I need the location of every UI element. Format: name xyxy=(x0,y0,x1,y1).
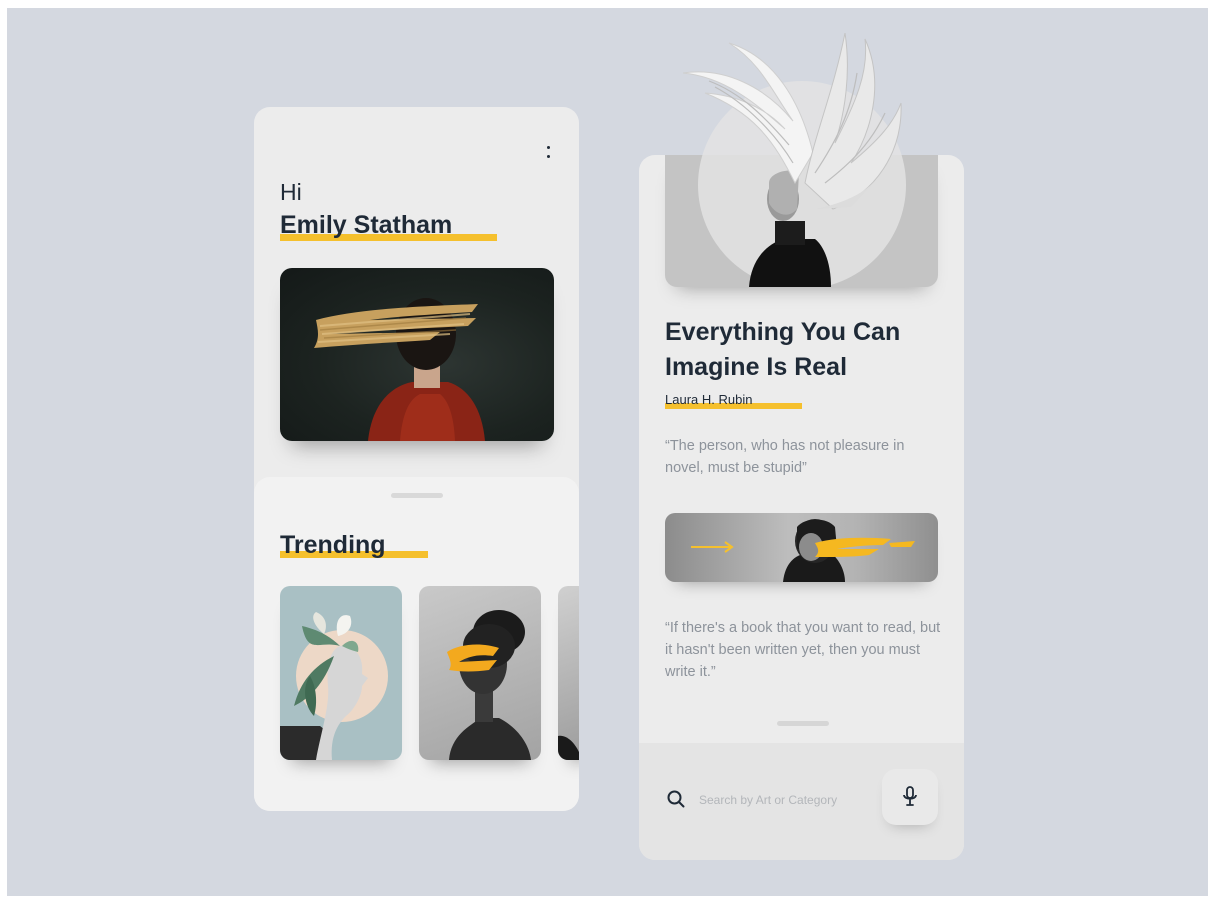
trending-card-2-image xyxy=(447,610,531,760)
trending-card-2[interactable] xyxy=(419,586,541,760)
drag-handle[interactable] xyxy=(777,721,829,726)
author-block: Laura H. Rubin xyxy=(665,392,802,409)
quote-1: “The person, who has not pleasure in nov… xyxy=(665,438,905,476)
trending-title: Trending xyxy=(280,531,386,559)
search-input[interactable] xyxy=(697,785,871,815)
trending-heading-block: Trending xyxy=(280,531,428,560)
featured-art-image xyxy=(314,298,485,441)
voice-search-button[interactable] xyxy=(882,769,938,825)
more-vertical-icon[interactable] xyxy=(544,143,554,163)
greeting: Hi xyxy=(280,179,302,205)
quote-2: “If there's a book that you want to read… xyxy=(665,620,941,680)
artboard: Hi Emily Statham Trending Everything You… xyxy=(7,8,1208,896)
trending-card-3[interactable] xyxy=(558,586,579,760)
cover-art[interactable] xyxy=(665,33,938,287)
trending-card-3-image xyxy=(558,735,579,760)
author-name[interactable]: Laura H. Rubin xyxy=(665,392,752,407)
drag-handle[interactable] xyxy=(391,493,443,498)
microphone-icon xyxy=(902,786,918,808)
trending-card-1-image xyxy=(280,612,388,760)
cover-art-image xyxy=(682,33,906,287)
detail-screen: Everything You Can Imagine Is Real Laura… xyxy=(639,33,964,860)
featured-art-card[interactable] xyxy=(280,268,554,441)
book-title: Everything You Can Imagine Is Real xyxy=(665,318,901,381)
trending-sheet: Trending xyxy=(254,477,579,811)
trending-card-1[interactable] xyxy=(280,586,402,760)
user-name: Emily Statham xyxy=(280,211,453,239)
user-name-block: Emily Statham xyxy=(280,211,497,241)
search-bar xyxy=(639,743,964,860)
art-banner-image xyxy=(691,519,915,582)
art-banner[interactable] xyxy=(665,513,938,582)
home-screen: Hi Emily Statham Trending xyxy=(254,107,579,811)
search-icon xyxy=(666,789,686,809)
